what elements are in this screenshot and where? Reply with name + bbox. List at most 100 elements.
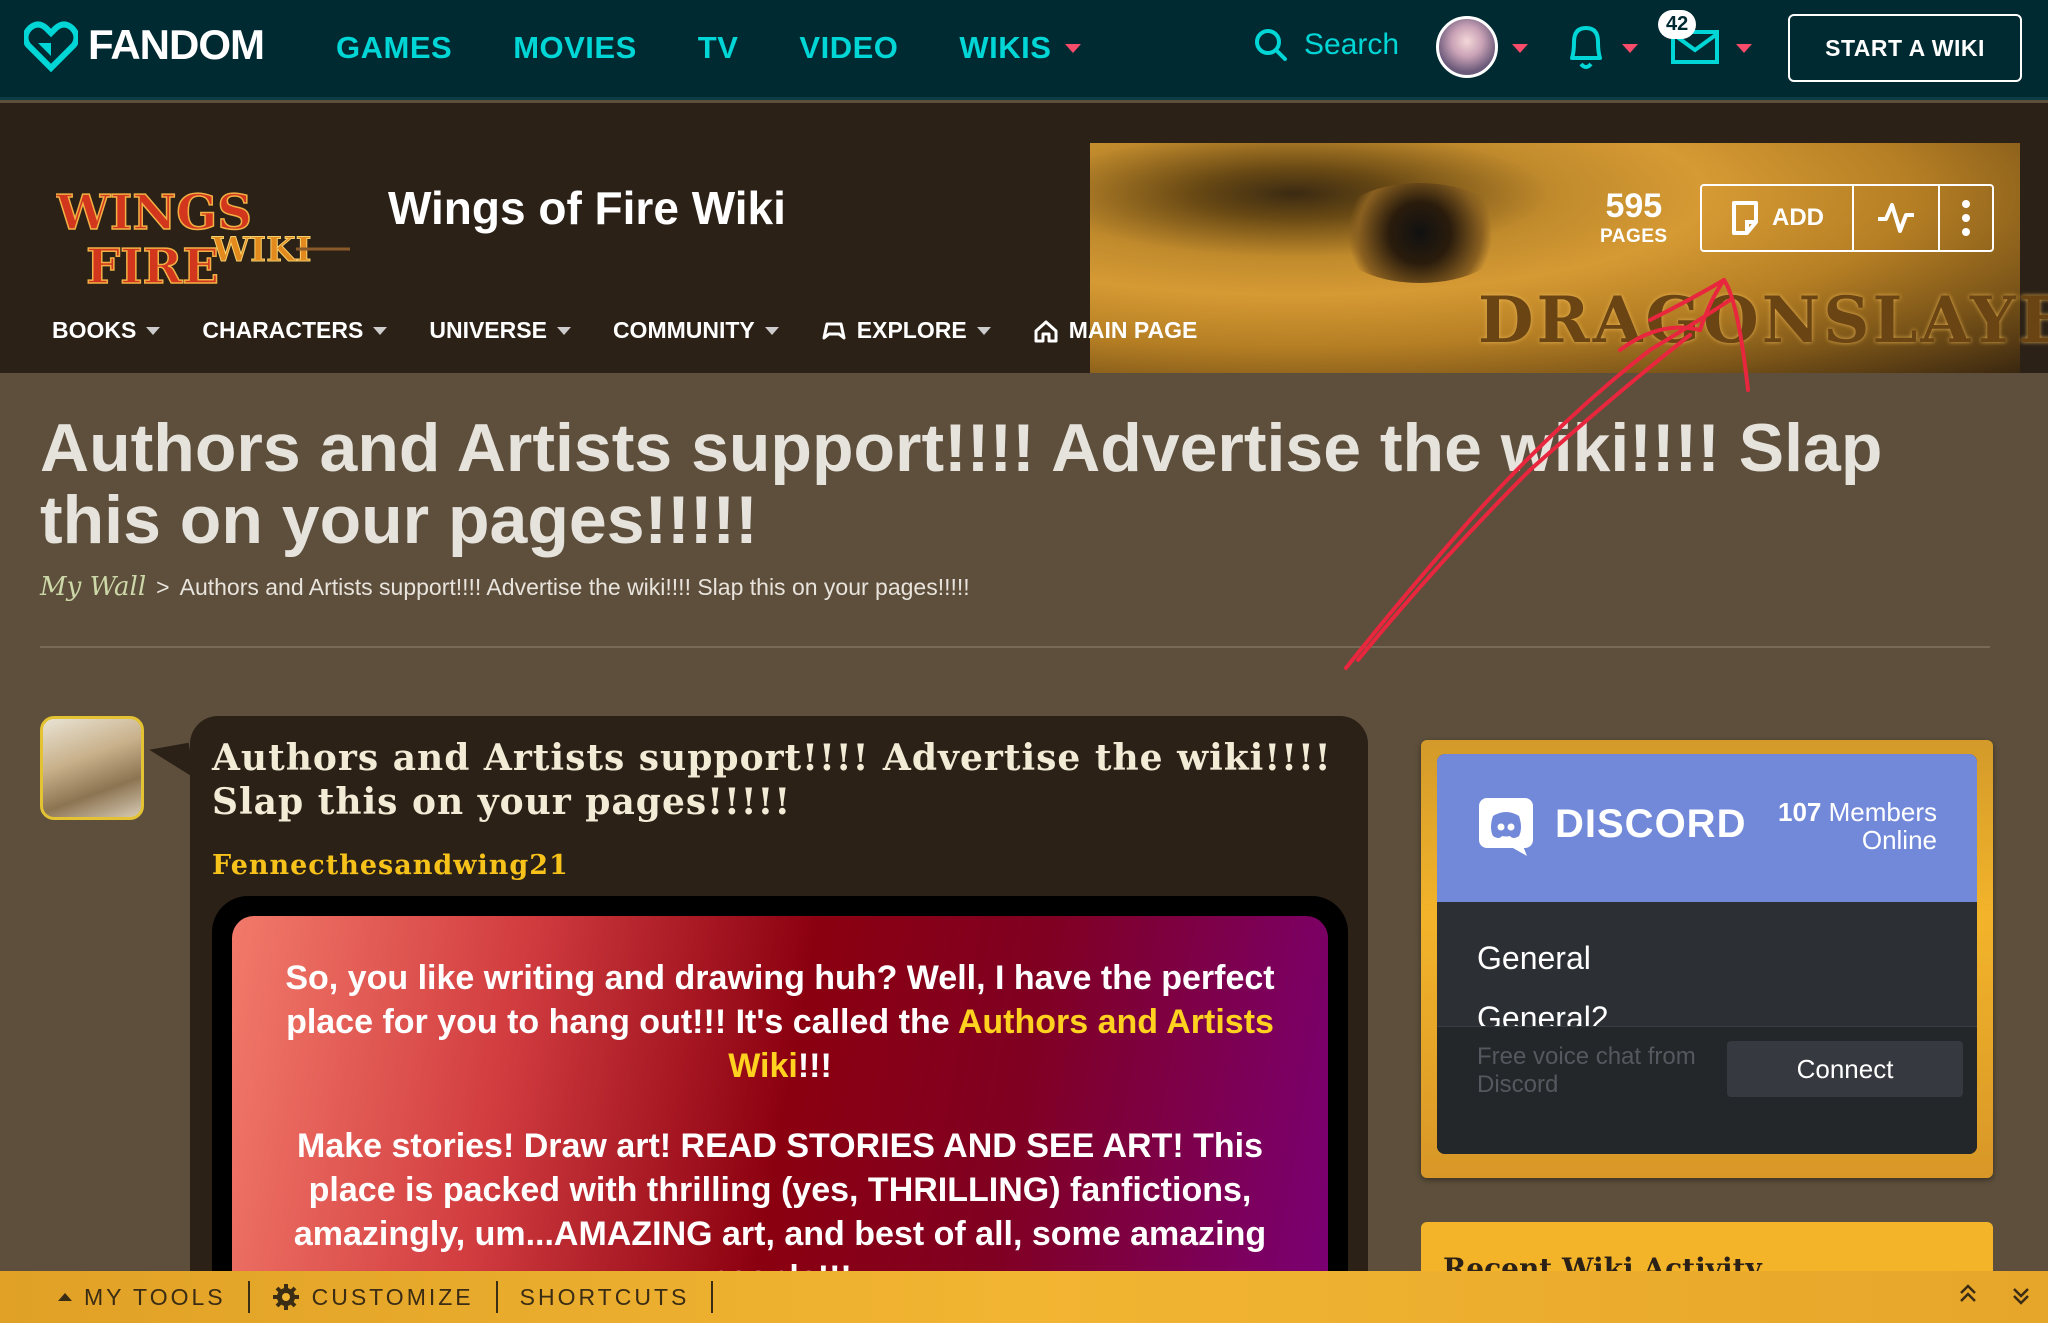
global-navigation: FANDOM GAMES MOVIES TV VIDEO WIKIS Searc… — [0, 0, 2048, 100]
home-icon — [1034, 320, 1058, 342]
search-label: Search — [1304, 28, 1400, 61]
local-nav-books-label: BOOKS — [52, 317, 137, 343]
my-tools-label: MY TOOLS — [84, 1283, 226, 1310]
page-count: 595 PAGES — [1600, 187, 1668, 248]
discord-icon — [1479, 798, 1533, 856]
chevron-down-icon[interactable] — [1512, 44, 1528, 53]
local-nav-universe[interactable]: UNIVERSE — [429, 317, 571, 344]
page-count-label: PAGES — [1600, 226, 1668, 247]
my-tools-button[interactable]: MY TOOLS — [0, 1281, 250, 1313]
discord-channel[interactable]: General — [1477, 940, 1591, 977]
community-banner: DRAGONSLAYER — [1090, 143, 2048, 373]
page-title: Authors and Artists support!!!! Advertis… — [40, 410, 1883, 558]
wiki-name[interactable]: Wings of Fire Wiki — [388, 181, 786, 235]
author-avatar[interactable] — [40, 716, 144, 820]
local-nav-explore-label: EXPLORE — [856, 317, 967, 343]
global-nav-links: GAMES MOVIES TV VIDEO WIKIS — [336, 30, 1082, 66]
chevron-down-icon — [1065, 43, 1082, 53]
discord-footer: Free voice chat from Discord Connect — [1437, 1026, 1977, 1154]
fandom-logo[interactable]: FANDOM — [24, 18, 265, 72]
nav-movies-link[interactable]: MOVIES — [513, 30, 637, 66]
fandom-brand-text: FANDOM — [88, 21, 265, 68]
bottom-toolbar: MY TOOLS CUSTOMIZE SHORTCUTS — [0, 1271, 2048, 1323]
start-wiki-button[interactable]: START A WIKI — [1788, 14, 2022, 82]
discord-widget: DISCORD 107 Members Online General Genera… — [1437, 754, 1977, 1154]
message-title: Authors and Artists support!!!! Advertis… — [212, 737, 1332, 823]
banner-text: DRAGONSLAYER — [1478, 283, 2048, 358]
message-paragraph-1: So, you like writing and drawing huh? We… — [232, 956, 1328, 1088]
wiki-logo[interactable]: WINGS FIRE WIKI — [56, 179, 356, 289]
messages-count-badge: 42 — [1658, 10, 1697, 39]
more-options-button[interactable] — [1940, 186, 1992, 250]
fandom-heart-icon — [24, 21, 78, 72]
chevron-down-icon — [976, 326, 991, 335]
message-card: So, you like writing and drawing huh? We… — [212, 896, 1348, 1323]
notifications-button[interactable] — [1566, 22, 1606, 77]
chevron-up-icon — [58, 1293, 72, 1301]
page-count-number: 595 — [1605, 187, 1663, 225]
chevron-down-icon[interactable] — [1622, 44, 1638, 53]
chevron-down-double-icon[interactable] — [2010, 1285, 2032, 1307]
customize-label: CUSTOMIZE — [311, 1283, 474, 1310]
more-vertical-icon — [1962, 200, 1970, 236]
discord-module: DISCORD 107 Members Online General Genera… — [1421, 740, 1993, 1178]
discord-members-number: 107 — [1778, 797, 1822, 827]
chevron-down-icon — [764, 326, 779, 335]
shortcuts-label: SHORTCUTS — [519, 1283, 690, 1310]
local-navigation: BOOKS CHARACTERS UNIVERSE COMMUNITY EXPL… — [52, 317, 1197, 344]
chevron-down-icon — [146, 326, 161, 335]
local-nav-characters-label: CHARACTERS — [202, 317, 364, 343]
discord-members-label: Members — [1828, 797, 1937, 827]
speech-bubble-tail — [149, 742, 195, 786]
discord-connect-button[interactable]: Connect — [1727, 1041, 1963, 1097]
breadcrumb-my-wall-link[interactable]: My Wall — [40, 572, 146, 602]
local-nav-main-page[interactable]: MAIN PAGE — [1033, 317, 1198, 344]
local-nav-community-label: COMMUNITY — [612, 317, 755, 343]
local-nav-characters[interactable]: CHARACTERS — [202, 317, 388, 344]
message-text: !!! — [797, 1047, 832, 1085]
nav-video-link[interactable]: VIDEO — [799, 30, 898, 66]
user-avatar[interactable] — [1436, 16, 1498, 78]
scroll-to-top-icon[interactable] — [1958, 1281, 1978, 1307]
chevron-down-icon[interactable] — [1736, 44, 1752, 53]
message-card-body: So, you like writing and drawing huh? We… — [232, 916, 1328, 1323]
local-nav-community[interactable]: COMMUNITY — [613, 317, 779, 344]
breadcrumb-current: Authors and Artists support!!!! Advertis… — [179, 573, 970, 600]
discord-wordmark: DISCORD — [1555, 802, 1747, 846]
wiki-actions: ADD — [1700, 184, 1994, 252]
breadcrumb: My Wall > Authors and Artists support!!!… — [40, 572, 970, 602]
nav-wikis-link[interactable]: WIKIS — [959, 30, 1051, 66]
message-thread: Authors and Artists support!!!! Advertis… — [190, 716, 1368, 1323]
local-nav-explore[interactable]: EXPLORE — [821, 317, 991, 344]
search-button[interactable]: Search — [1254, 28, 1399, 62]
search-icon — [1255, 29, 1287, 61]
nav-games-link[interactable]: GAMES — [336, 30, 452, 66]
discord-online-count: 107 Members Online — [1778, 798, 1937, 854]
discord-header: DISCORD 107 Members Online — [1437, 754, 1977, 902]
new-page-icon — [1732, 201, 1758, 235]
local-nav-books[interactable]: BOOKS — [52, 317, 161, 344]
activity-icon — [1878, 203, 1914, 233]
breadcrumb-separator: > — [156, 573, 170, 600]
nav-wikis-dropdown[interactable]: WIKIS — [959, 30, 1082, 66]
messages-button[interactable]: 42 — [1658, 10, 1720, 71]
nav-tv-link[interactable]: TV — [698, 30, 739, 66]
discord-online-label: Online — [1861, 825, 1937, 855]
discord-footer-text: Free voice chat from Discord — [1477, 1043, 1696, 1098]
shortcuts-button[interactable]: SHORTCUTS — [498, 1281, 714, 1313]
message-author-link[interactable]: Fennecthesandwing21 — [212, 850, 569, 881]
add-label: ADD — [1772, 204, 1824, 231]
bell-icon — [1570, 26, 1602, 69]
chevron-down-icon — [556, 326, 571, 335]
gear-icon — [272, 1284, 299, 1310]
recent-activity-button[interactable] — [1854, 186, 1940, 250]
community-header: DRAGONSLAYER WINGS FIRE WIKI Wings of Fi… — [0, 103, 2048, 373]
add-page-button[interactable]: ADD — [1702, 186, 1854, 250]
dragon-eye-image — [1330, 183, 1510, 283]
divider — [40, 646, 1990, 648]
chevron-down-icon — [373, 326, 388, 335]
gamepad-icon — [822, 322, 846, 339]
logo-fire-text: FIRE — [86, 239, 219, 289]
local-nav-main-page-label: MAIN PAGE — [1068, 317, 1198, 343]
customize-button[interactable]: CUSTOMIZE — [250, 1281, 498, 1313]
